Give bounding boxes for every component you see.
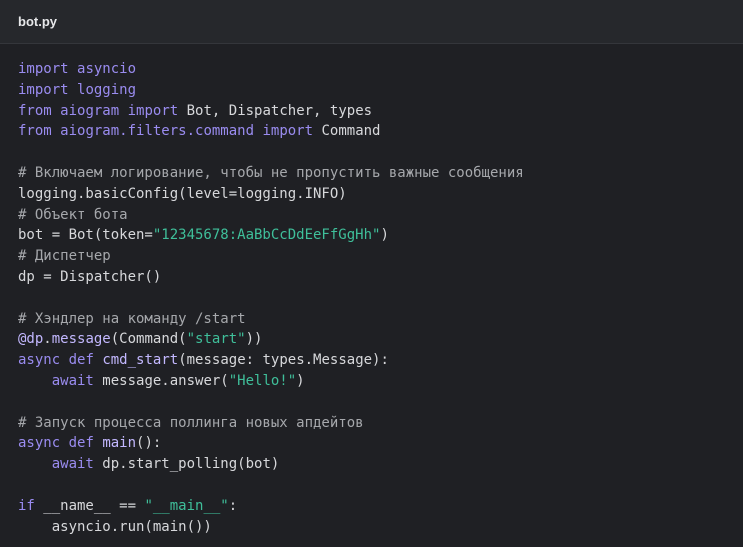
code-line: asyncio.run(main()) — [18, 517, 743, 538]
code-line: import asyncio — [18, 59, 743, 80]
code-line: # Запуск процесса поллинга новых апдейто… — [18, 413, 743, 434]
code-line: from aiogram import Bot, Dispatcher, typ… — [18, 101, 743, 122]
code-token: asyncio.run(main()) — [18, 518, 212, 535]
code-line: logging.basicConfig(level=logging.INFO) — [18, 184, 743, 205]
code-token: ) — [380, 227, 389, 244]
code-token: cmd_start — [102, 352, 179, 369]
code-token: main — [102, 435, 137, 452]
code-line: # Диспетчер — [18, 246, 743, 267]
code-line: # Включаем логирование, чтобы не пропуст… — [18, 163, 743, 184]
code-token: )) — [245, 331, 263, 348]
code-token: async — [18, 352, 61, 369]
code-token: await — [51, 456, 94, 473]
code-token: # Объект бота — [18, 206, 128, 223]
code-token: if — [18, 497, 35, 514]
code-token: bot = Bot(token= — [18, 227, 153, 244]
code-token: aiogram — [60, 102, 120, 119]
code-block: bot.py import asyncio import logging from … — [0, 0, 743, 547]
code-line: async def main(): — [18, 433, 743, 454]
code-line: # Объект бота — [18, 205, 743, 226]
code-header: bot.py — [0, 0, 743, 44]
code-line: import logging — [18, 80, 743, 101]
code-token: (): — [136, 435, 162, 452]
code-token: dp.start_polling(bot) — [93, 456, 280, 473]
code-token: asyncio — [77, 61, 137, 77]
code-token: "12345678:AaBbCcDdEeFfGgHh" — [152, 227, 381, 244]
code-token: async — [18, 435, 61, 452]
code-token: message.answer( — [93, 372, 229, 389]
code-token: logging.basicConfig(level=logging.INFO) — [18, 185, 347, 202]
code-token: Command — [313, 123, 381, 140]
file-name: bot.py — [18, 14, 57, 29]
code-token: # Включаем логирование, чтобы не пропуст… — [18, 164, 524, 181]
code-token: . — [43, 331, 52, 348]
code-token: @dp — [18, 331, 44, 348]
code-token: import — [18, 61, 69, 77]
code-token: (message: types.Message): — [178, 352, 389, 369]
code-token: __name__ == — [34, 497, 145, 514]
code-token: import — [262, 123, 314, 140]
code-line: @dp.message(Command("start")) — [18, 329, 743, 350]
code-token: # Диспетчер — [18, 248, 111, 265]
code-token: import — [18, 81, 69, 98]
code-line: # Хэндлер на команду /start — [18, 309, 743, 330]
code-token: import — [127, 102, 179, 119]
code-token: "Hello!" — [228, 372, 297, 389]
code-token: "__main__" — [144, 497, 229, 514]
code-token: Bot, Dispatcher, types — [178, 102, 373, 119]
code-token: message — [51, 331, 111, 348]
code-line: from aiogram.filters.command import Comm… — [18, 121, 743, 142]
code-token: # Запуск процесса поллинга новых апдейто… — [18, 414, 364, 431]
code-line: await message.answer("Hello!") — [18, 371, 743, 392]
code-content[interactable]: import asyncio import logging from aiogram… — [18, 59, 743, 537]
code-token: # Хэндлер на команду /start — [18, 310, 246, 327]
code-token: def — [68, 435, 94, 452]
code-token: "start" — [186, 331, 246, 348]
code-token: ) — [296, 372, 305, 389]
code-line: dp = Dispatcher() — [18, 267, 743, 288]
code-token: : — [228, 497, 238, 514]
code-line: if __name__ == "__main__": — [18, 496, 743, 517]
code-token: from — [18, 123, 52, 140]
code-line: bot = Bot(token="12345678:AaBbCcDdEeFfGg… — [18, 225, 743, 246]
code-token: logging — [77, 81, 137, 98]
code-token: def — [68, 352, 94, 369]
code-token: await — [51, 372, 94, 389]
code-line: await dp.start_polling(bot) — [18, 454, 743, 475]
code-token: (Command( — [110, 331, 187, 348]
code-token: from — [18, 102, 52, 119]
code-line: async def cmd_start(message: types.Messa… — [18, 350, 743, 371]
code-token: dp = Dispatcher() — [18, 268, 162, 285]
code-token: aiogram.filters.command — [60, 123, 255, 140]
